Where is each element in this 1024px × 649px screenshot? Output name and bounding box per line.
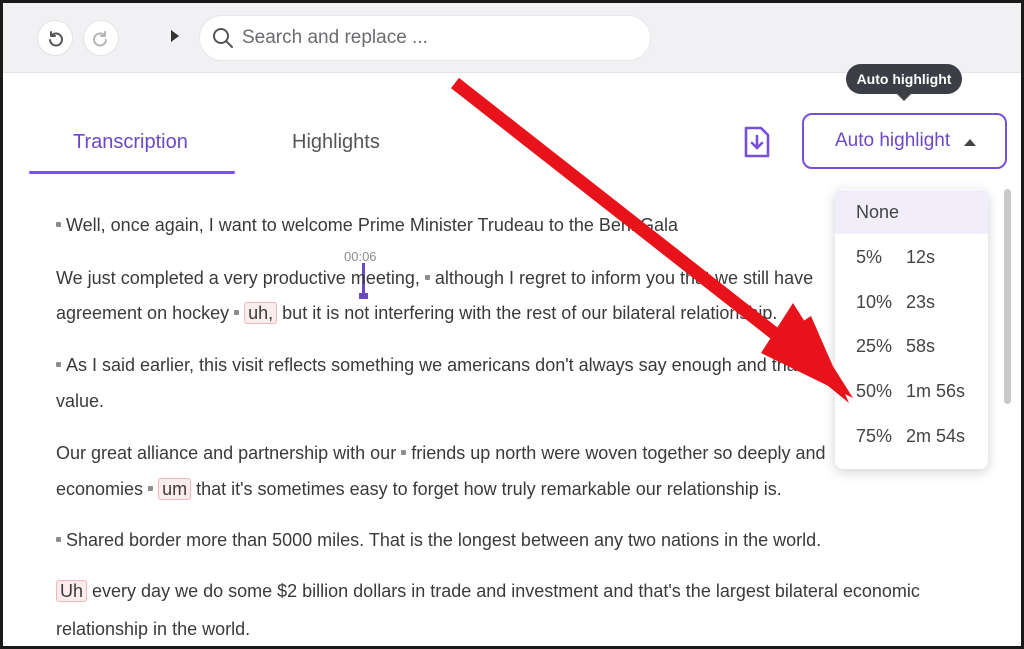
transcript-line[interactable]: agreement on hockey uh, but it is not in…	[56, 302, 777, 324]
undo-icon	[49, 31, 63, 47]
redo-button[interactable]	[83, 20, 119, 56]
search-icon	[213, 28, 233, 48]
paragraph-marker	[56, 221, 61, 227]
transcript-line[interactable]: Uh every day we do some $2 billion dolla…	[56, 580, 920, 602]
transcript-line[interactable]: Shared border more than 5000 miles. That…	[56, 530, 821, 551]
option-duration: 23s	[906, 291, 936, 312]
transcript-line[interactable]: Well, once again, I want to welcome Prim…	[56, 215, 678, 236]
caret-up-icon	[964, 139, 976, 146]
active-tab-indicator	[29, 171, 235, 174]
filler-word[interactable]: uh,	[244, 302, 278, 324]
play-icon	[171, 30, 179, 42]
search-bar[interactable]	[199, 15, 651, 61]
transcript-line[interactable]: economies um that it's sometimes easy to…	[56, 478, 782, 500]
paragraph-marker	[234, 309, 240, 315]
auto-highlight-button[interactable]: Auto highlight	[802, 113, 1007, 169]
redo-icon	[93, 31, 107, 47]
option-percent: 10%	[856, 291, 893, 312]
auto-highlight-label: Auto highlight	[835, 130, 951, 151]
auto-highlight-dropdown: None 5% 12s 10% 23s 25% 58s 50% 1m 56s 7…	[835, 189, 988, 469]
undo-button[interactable]	[37, 20, 73, 56]
transcript-line[interactable]: We just completed a very productive meet…	[56, 268, 813, 289]
transcript-line[interactable]: As I said earlier, this visit reflects s…	[56, 355, 820, 376]
option-percent: 25%	[856, 335, 893, 356]
tooltip-pointer	[897, 94, 911, 101]
playhead-handle[interactable]	[359, 293, 368, 299]
option-75-percent[interactable]: 75% 2m 54s	[835, 414, 988, 458]
filler-word[interactable]: um	[158, 478, 192, 500]
tab-highlights[interactable]: Highlights	[292, 131, 380, 154]
search-input[interactable]	[242, 27, 622, 49]
transcript-line[interactable]: value.	[56, 391, 104, 412]
transcript-line[interactable]: relationship in the world.	[56, 619, 250, 640]
option-duration: 1m 56s	[906, 380, 966, 401]
paragraph-marker	[401, 449, 407, 455]
scrollbar[interactable]	[1004, 189, 1011, 404]
top-toolbar	[3, 3, 1021, 73]
tab-transcription[interactable]: Transcription	[73, 131, 188, 154]
option-percent: 5%	[856, 246, 883, 267]
download-file-icon	[744, 126, 770, 158]
paragraph-marker	[424, 274, 430, 280]
export-button[interactable]	[743, 125, 771, 159]
option-duration: 12s	[906, 246, 936, 267]
transcript-line[interactable]: Our great alliance and partnership with …	[56, 443, 825, 464]
paragraph-marker	[148, 485, 154, 491]
option-duration: 58s	[906, 335, 936, 356]
option-percent: 75%	[856, 425, 893, 446]
option-percent: 50%	[856, 380, 893, 401]
auto-highlight-tooltip: Auto highlight	[846, 64, 962, 94]
option-25-percent[interactable]: 25% 58s	[835, 324, 988, 368]
playhead-time: 00:06	[344, 249, 377, 264]
option-10-percent[interactable]: 10% 23s	[835, 280, 988, 324]
option-duration: 2m 54s	[906, 425, 966, 446]
play-button[interactable]	[167, 27, 183, 45]
option-5-percent[interactable]: 5% 12s	[835, 235, 988, 279]
paragraph-marker	[56, 361, 61, 367]
filler-word[interactable]: Uh	[56, 580, 88, 602]
paragraph-marker	[56, 536, 61, 542]
option-none[interactable]: None	[835, 190, 988, 234]
app-frame: Auto highlight Transcription Highlights …	[0, 0, 1024, 649]
option-50-percent[interactable]: 50% 1m 56s	[835, 369, 988, 413]
option-label: None	[856, 201, 900, 222]
